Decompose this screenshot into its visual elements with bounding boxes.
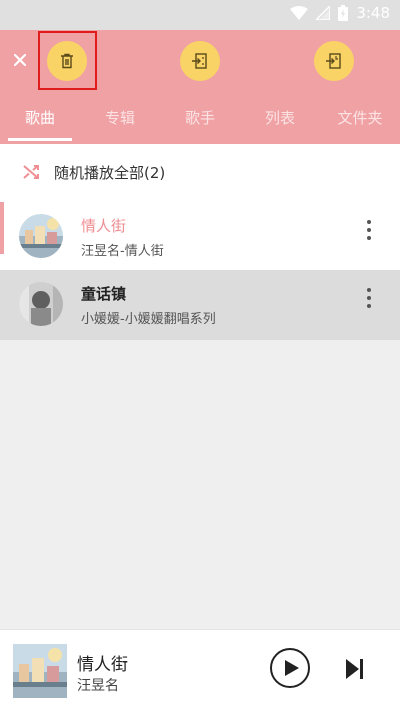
more-dot-icon [367, 220, 371, 224]
status-icons: 3:48 [290, 4, 390, 22]
close-icon [13, 53, 27, 67]
more-dot-icon [367, 228, 371, 232]
tab-albums[interactable]: 专辑 [80, 102, 160, 144]
add-to-playlist-button[interactable] [180, 41, 220, 81]
tab-artists[interactable]: 歌手 [160, 102, 240, 144]
more-dot-icon [367, 236, 371, 240]
tab-playlists[interactable]: 列表 [240, 102, 320, 144]
more-options-button[interactable] [366, 220, 372, 250]
now-playing-indicator [0, 202, 4, 254]
song-title: 童话镇 [81, 285, 127, 303]
status-time: 3:48 [356, 4, 390, 22]
more-dot-icon [367, 304, 371, 308]
trash-icon [61, 53, 73, 69]
song-title: 情人街 [81, 217, 127, 235]
album-art [19, 282, 63, 326]
player-song-title: 情人街 [77, 655, 128, 675]
delete-button[interactable] [47, 41, 87, 81]
album-art [19, 214, 63, 258]
song-list: 随机播放全部(2) 情人街 汪昱名-情人街 童话镇 小媛媛-小媛媛翻唱系列 [0, 144, 400, 340]
play-icon [284, 660, 299, 676]
tab-folders[interactable]: 文件夹 [320, 102, 400, 144]
wifi-icon [290, 6, 309, 20]
add-to-queue-icon [326, 53, 341, 69]
more-dot-icon [367, 288, 371, 292]
shuffle-all-row[interactable]: 随机播放全部(2) [0, 144, 400, 200]
tab-bar: 歌曲 专辑 歌手 列表 文件夹 [0, 102, 400, 144]
song-row[interactable]: 童话镇 小媛媛-小媛媛翻唱系列 [0, 270, 400, 340]
player-album-art [13, 644, 67, 698]
song-subtitle: 小媛媛-小媛媛翻唱系列 [81, 312, 216, 327]
signal-icon [316, 6, 331, 20]
add-to-playlist-icon [192, 53, 207, 69]
more-dot-icon [367, 296, 371, 300]
play-button[interactable] [270, 648, 310, 688]
close-button[interactable] [9, 49, 31, 71]
selection-header: 歌曲 专辑 歌手 列表 文件夹 [0, 30, 400, 144]
status-bar: 3:48 [0, 0, 400, 30]
add-to-queue-button[interactable] [314, 41, 354, 81]
player-artist: 汪昱名 [77, 678, 119, 694]
more-options-button[interactable] [366, 288, 372, 318]
tab-songs[interactable]: 歌曲 [0, 102, 80, 144]
song-row[interactable]: 情人街 汪昱名-情人街 [0, 202, 400, 272]
shuffle-icon [23, 165, 39, 179]
battery-icon [338, 5, 349, 21]
mini-player[interactable]: 情人街 汪昱名 [0, 629, 400, 711]
shuffle-all-label: 随机播放全部(2) [54, 164, 166, 182]
song-subtitle: 汪昱名-情人街 [81, 244, 164, 259]
next-track-icon[interactable] [346, 659, 364, 679]
